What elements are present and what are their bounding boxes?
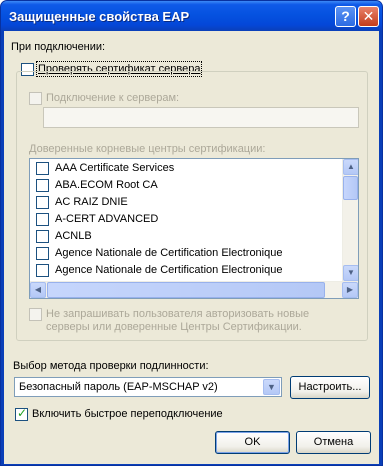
- auth-method-label: Выбор метода проверки подлинности:: [13, 360, 209, 372]
- dialog-body: При подключении: Проверять сертификат се…: [4, 31, 379, 464]
- ca-checkbox[interactable]: [36, 213, 49, 226]
- ca-name: A-CERT ADVANCED: [55, 213, 159, 225]
- connect-label: При подключении:: [11, 41, 106, 53]
- cancel-button[interactable]: Отмена: [296, 431, 371, 454]
- vertical-scrollbar[interactable]: ▲ ▼: [342, 159, 358, 281]
- close-button[interactable]: ✕: [358, 6, 379, 27]
- ca-checkbox[interactable]: [36, 196, 49, 209]
- configure-button[interactable]: Настроить...: [290, 376, 370, 399]
- ca-checkbox[interactable]: [36, 247, 49, 260]
- scroll-down-icon[interactable]: ▼: [343, 265, 358, 281]
- list-item[interactable]: A-CERT ADVANCED: [30, 211, 342, 228]
- connect-servers-label: Подключение к серверам:: [46, 92, 180, 104]
- list-item[interactable]: ABA.ECOM Root CA: [30, 177, 342, 194]
- ca-checkbox[interactable]: [36, 230, 49, 243]
- list-item[interactable]: Agence Nationale de Certification Electr…: [30, 245, 342, 262]
- checkmark-icon: ✓: [17, 406, 28, 420]
- scroll-left-icon[interactable]: ◀: [30, 282, 46, 298]
- scroll-right-icon[interactable]: ▶: [342, 282, 358, 298]
- ca-name: ACNLB: [55, 230, 92, 242]
- ca-name: AC RAIZ DNIE: [55, 196, 128, 208]
- fast-reconnect-checkbox[interactable]: ✓: [15, 406, 28, 421]
- ca-checkbox[interactable]: [36, 179, 49, 192]
- ca-name: Agence Nationale de Certification Electr…: [55, 247, 283, 259]
- ok-button[interactable]: OK: [215, 431, 290, 454]
- connect-servers-checkbox[interactable]: [29, 92, 42, 105]
- trusted-ca-list[interactable]: AAA Certificate Services ABA.ECOM Root C…: [29, 158, 359, 299]
- list-item[interactable]: Agence Nationale de Certification Electr…: [30, 262, 342, 279]
- auth-method-select[interactable]: Безопасный пароль (EAP-MSCHAP v2) ▼: [14, 377, 282, 397]
- auth-method-value: Безопасный пароль (EAP-MSCHAP v2): [19, 381, 218, 393]
- dialog-window: Защищенные свойства EAP ? ✕ При подключе…: [0, 0, 383, 466]
- list-item[interactable]: ACNLB: [30, 228, 342, 245]
- servers-input[interactable]: [43, 107, 359, 128]
- list-item[interactable]: AC RAIZ DNIE: [30, 194, 342, 211]
- fast-reconnect-label[interactable]: Включить быстрое переподключение: [32, 408, 223, 420]
- list-item[interactable]: AAA Certificate Services: [30, 160, 342, 177]
- no-prompt-label-line2: серверы или доверенные Центры Сертификац…: [46, 321, 302, 333]
- window-title: Защищенные свойства EAP: [9, 9, 190, 24]
- title-bar[interactable]: Защищенные свойства EAP ? ✕: [1, 1, 382, 31]
- horizontal-scroll-thumb[interactable]: [47, 282, 325, 298]
- scroll-up-icon[interactable]: ▲: [343, 159, 358, 175]
- no-prompt-checkbox[interactable]: [29, 308, 42, 321]
- ca-name: Agence Nationale de Certification Electr…: [55, 264, 283, 276]
- horizontal-scrollbar[interactable]: ◀ ▶: [30, 281, 358, 298]
- ca-checkbox[interactable]: [36, 162, 49, 175]
- trusted-ca-label: Доверенные корневые центры сертификации:: [29, 143, 266, 155]
- chevron-down-icon[interactable]: ▼: [263, 379, 280, 395]
- ca-name: ABA.ECOM Root CA: [55, 179, 158, 191]
- vertical-scroll-thumb[interactable]: [343, 176, 358, 200]
- ca-checkbox[interactable]: [36, 264, 49, 277]
- help-button[interactable]: ?: [335, 6, 356, 27]
- ca-name: AAA Certificate Services: [55, 162, 175, 174]
- no-prompt-label-line1: Не запрашивать пользователя авторизовать…: [46, 308, 310, 320]
